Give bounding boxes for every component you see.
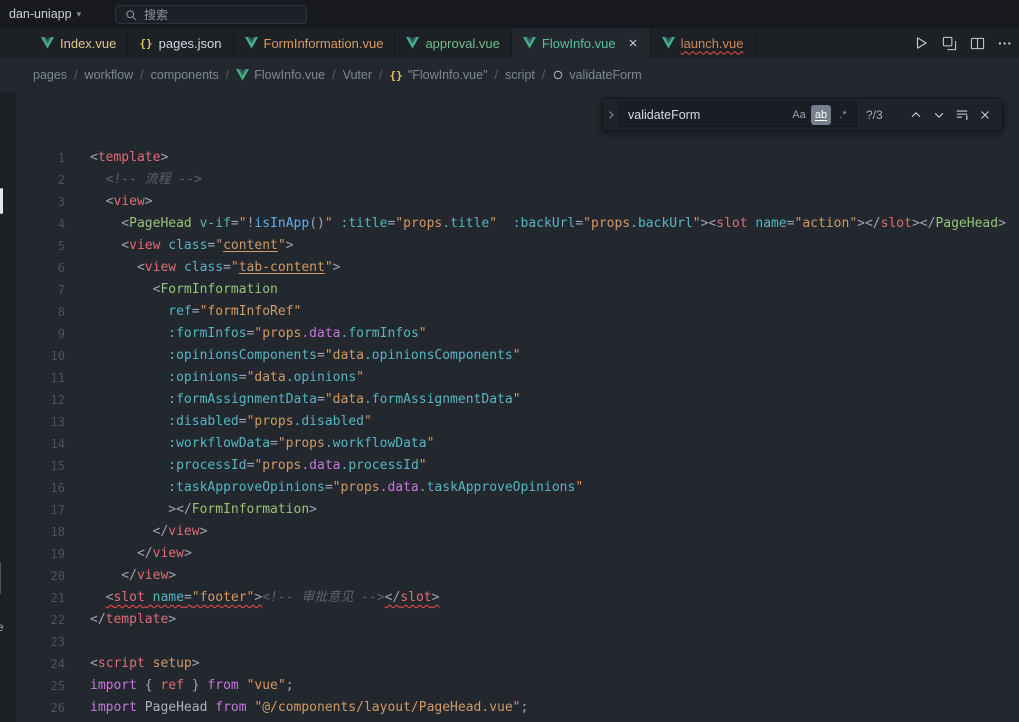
tab-index-vue[interactable]: Index.vue [30, 28, 128, 58]
find-results-count: ?/3 [866, 108, 892, 122]
workspace-name: dan-uniapp [9, 7, 72, 21]
code-line-1[interactable]: 1<template> [0, 147, 1019, 169]
code-line-4[interactable]: 4 <PageHead v-if="!isInApp()" :title="pr… [0, 213, 1019, 235]
active-item-indicator [0, 188, 3, 214]
editor-actions: ··· [908, 28, 1019, 58]
code-line-6[interactable]: 6 <view class="tab-content"> [0, 257, 1019, 279]
vue-icon [523, 37, 536, 49]
code-line-18[interactable]: 18 </view> [0, 521, 1019, 543]
split-editor-button[interactable] [964, 30, 990, 56]
tab-label: launch.vue [681, 36, 744, 51]
breadcrumb-components[interactable]: components [151, 68, 219, 82]
code-line-3[interactable]: 3 <view> [0, 191, 1019, 213]
breadcrumb-validateform[interactable]: validateForm [552, 68, 641, 82]
code-line-8[interactable]: 8 ref="formInfoRef" [0, 301, 1019, 323]
json-icon: {} [139, 37, 152, 50]
editor: e 1<template>2 <!-- 流程 -->3 <view>4 <Pag… [0, 92, 1019, 722]
tab-forminformation-vue[interactable]: FormInformation.vue [234, 28, 396, 58]
code-line-13[interactable]: 13 :disabled="props.disabled" [0, 411, 1019, 433]
find-input[interactable]: validateForm Aa ab .* [619, 102, 857, 127]
breadcrumb-workflow[interactable]: workflow [85, 68, 134, 82]
run-button[interactable] [908, 30, 934, 56]
tab-launch-vue[interactable]: launch.vue [651, 28, 756, 58]
search-icon [125, 9, 137, 21]
breadcrumb-separator: / [74, 68, 77, 82]
open-changes-button[interactable] [936, 30, 962, 56]
breadcrumb-pages[interactable]: pages [33, 68, 67, 82]
breadcrumb-separator: / [226, 68, 229, 82]
code-line-7[interactable]: 7 <FormInformation [0, 279, 1019, 301]
tab-approval-vue[interactable]: approval.vue [395, 28, 511, 58]
code-line-20[interactable]: 20 </view> [0, 565, 1019, 587]
title-bar: dan-uniapp ▾ 搜索 [0, 0, 1019, 28]
titlebar-search-label: 搜索 [144, 6, 168, 23]
more-actions-button[interactable]: ··· [992, 30, 1018, 56]
tab-bar: Index.vue {} pages.json FormInformation.vue… [0, 28, 1019, 58]
vue-icon [245, 37, 258, 49]
code-line-14[interactable]: 14 :workflowData="props.workflowData" [0, 433, 1019, 455]
breadcrumb-separator: / [542, 68, 545, 82]
code-line-15[interactable]: 15 :processId="props.data.processId" [0, 455, 1019, 477]
close-tab-icon[interactable] [627, 37, 639, 49]
code-line-9[interactable]: 9 :formInfos="props.data.formInfos" [0, 323, 1019, 345]
code-line-23[interactable]: 23 [0, 631, 1019, 653]
code-line-12[interactable]: 12 :formAssignmentData="data.formAssignm… [0, 389, 1019, 411]
code-line-16[interactable]: 16 :taskApproveOpinions="props.data.task… [0, 477, 1019, 499]
breadcrumb-flowinfo-vue[interactable]: {}"FlowInfo.vue" [390, 68, 488, 82]
code-line-19[interactable]: 19 </view> [0, 543, 1019, 565]
caret-down-icon: ▾ [77, 10, 82, 19]
find-previous-button[interactable] [905, 104, 927, 126]
sidebar-clipped-text: e [0, 620, 4, 634]
code-area[interactable]: 1<template>2 <!-- 流程 -->3 <view>4 <PageH… [0, 147, 1019, 719]
find-next-button[interactable] [928, 104, 950, 126]
breadcrumb-script[interactable]: script [505, 68, 535, 82]
find-close-button[interactable] [974, 104, 996, 126]
code-line-26[interactable]: 26import PageHead from "@/components/lay… [0, 697, 1019, 719]
vue-icon [406, 37, 419, 49]
code-line-24[interactable]: 24<script setup> [0, 653, 1019, 675]
tab-label: FlowInfo.vue [542, 36, 616, 51]
vue-icon [41, 37, 54, 49]
sidebar-edge-line [0, 562, 1, 594]
workspace-menu[interactable]: dan-uniapp ▾ [0, 0, 90, 28]
breadcrumb-separator: / [495, 68, 498, 82]
tab-label: FormInformation.vue [264, 36, 384, 51]
toggle-replace-icon[interactable] [603, 99, 619, 130]
breadcrumb-separator: / [379, 68, 382, 82]
match-case-button[interactable]: Aa [789, 105, 809, 125]
tab-label: Index.vue [60, 36, 116, 51]
code-line-25[interactable]: 25import { ref } from "vue"; [0, 675, 1019, 697]
tab-flowinfo-vue[interactable]: FlowInfo.vue [512, 28, 651, 58]
code-line-10[interactable]: 10 :opinionsComponents="data.opinionsCom… [0, 345, 1019, 367]
code-line-17[interactable]: 17 ></FormInformation> [0, 499, 1019, 521]
breadcrumb-vuter[interactable]: Vuter [343, 68, 372, 82]
find-in-selection-button[interactable] [951, 104, 973, 126]
breadcrumb-separator: / [332, 68, 335, 82]
code-line-11[interactable]: 11 :opinions="data.opinions" [0, 367, 1019, 389]
vue-icon [236, 69, 249, 81]
breadcrumb-flowinfo-vue[interactable]: FlowInfo.vue [236, 68, 325, 82]
braces-icon: {} [390, 69, 403, 82]
find-widget: validateForm Aa ab .* ?/3 [602, 98, 1003, 131]
method-icon [552, 69, 564, 81]
code-line-21[interactable]: 21 <slot name="footer"><!-- 审批意见 --></sl… [0, 587, 1019, 609]
tab-list: Index.vue {} pages.json FormInformation.vue… [30, 28, 756, 58]
code-line-5[interactable]: 5 <view class="content"> [0, 235, 1019, 257]
whole-word-button[interactable]: ab [811, 105, 831, 125]
tab-pages-json[interactable]: {} pages.json [128, 28, 233, 58]
code-line-2[interactable]: 2 <!-- 流程 --> [0, 169, 1019, 191]
tab-label: approval.vue [425, 36, 499, 51]
vue-icon [662, 37, 675, 49]
breadcrumb-separator: / [140, 68, 143, 82]
breadcrumb: pages / workflow / components / FlowInfo.vue / V… [0, 58, 1019, 92]
find-query-text: validateForm [628, 108, 787, 122]
code-line-22[interactable]: 22</template> [0, 609, 1019, 631]
tab-label: pages.json [159, 36, 222, 51]
regex-button[interactable]: .* [833, 105, 853, 125]
titlebar-search[interactable]: 搜索 [115, 5, 307, 24]
